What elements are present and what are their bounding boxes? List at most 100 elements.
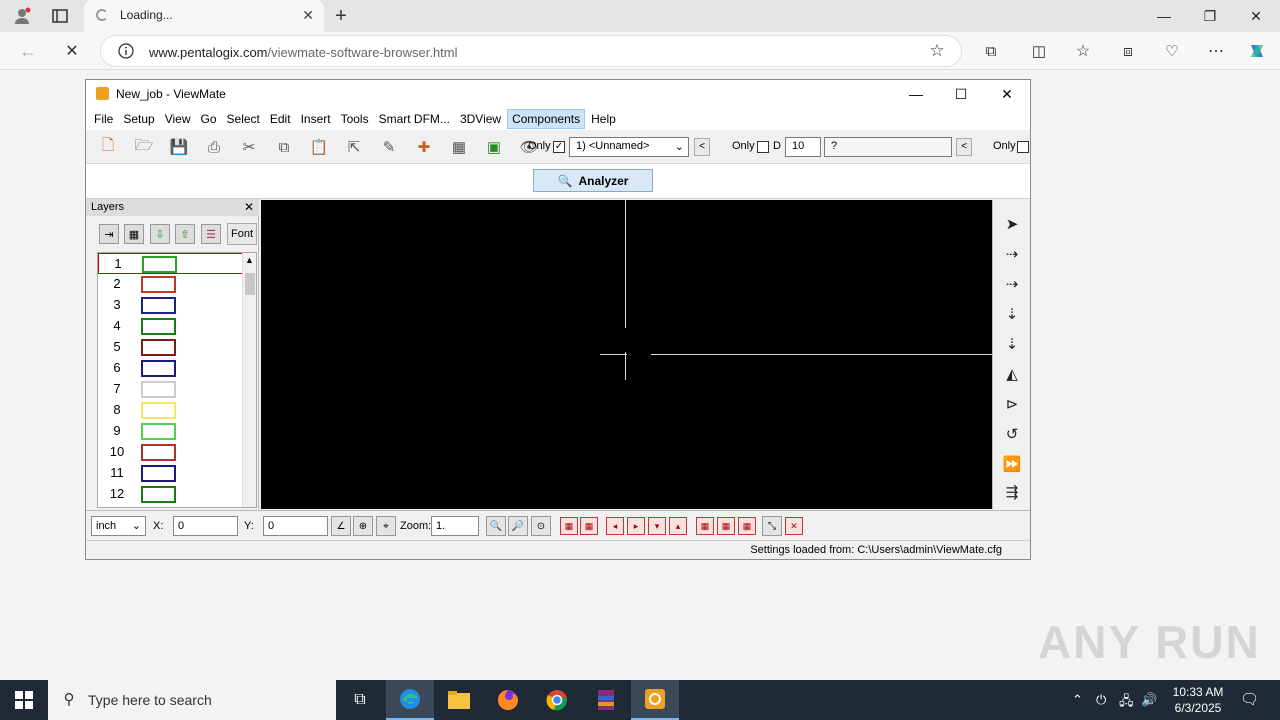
move-down-copy-icon[interactable]: ⇣: [1000, 332, 1024, 356]
profile-icon[interactable]: [10, 6, 34, 26]
layer-row[interactable]: 8: [98, 400, 243, 421]
notifications-icon[interactable]: 🗨: [1240, 690, 1259, 708]
y-coord-field[interactable]: 0: [263, 516, 328, 536]
copy-icon[interactable]: ⧉: [272, 136, 296, 158]
pan-left-icon[interactable]: ◂: [606, 517, 624, 535]
system-clock[interactable]: 10:33 AM 6/3/2025: [1160, 684, 1236, 716]
menu-components[interactable]: Components: [507, 109, 586, 129]
menu-file[interactable]: File: [90, 110, 117, 128]
zoom-fit-icon[interactable]: ⊙: [531, 516, 551, 536]
close-window-icon[interactable]: ✕: [1236, 4, 1276, 28]
browser-tab[interactable]: Loading... ✕: [84, 0, 324, 32]
step-forward-icon[interactable]: ⏩: [1000, 452, 1024, 476]
layer-color-swatch[interactable]: [141, 360, 176, 377]
print-icon[interactable]: ⎙: [202, 136, 226, 158]
snap-icon[interactable]: ⌖: [376, 516, 396, 536]
unit-select[interactable]: inch ⌄: [91, 516, 146, 536]
analyzer-button[interactable]: 🔍 Analyzer: [533, 169, 653, 192]
winrar-icon[interactable]: [582, 680, 630, 720]
grid-toggle-icon[interactable]: ▦: [560, 517, 578, 535]
prev-arrow-button[interactable]: <: [694, 138, 710, 156]
layer-row[interactable]: 6: [98, 358, 243, 379]
layer-row[interactable]: 10: [98, 442, 243, 463]
split-screen-icon[interactable]: ◫: [1028, 41, 1050, 61]
menu-view[interactable]: View: [161, 110, 195, 128]
menu-insert[interactable]: Insert: [297, 110, 335, 128]
edge-taskbar-icon[interactable]: [386, 680, 434, 720]
layer-color-swatch[interactable]: [141, 381, 176, 398]
group-tool-icon[interactable]: ▦: [447, 136, 471, 158]
vm-minimize-icon[interactable]: —: [894, 82, 938, 106]
scroll-thumb[interactable]: [245, 273, 255, 295]
layer-color-swatch[interactable]: [141, 339, 176, 356]
url-field[interactable]: www.pentalogix.com/viewmate-software-bro…: [100, 35, 962, 67]
menu-help[interactable]: Help: [587, 110, 620, 128]
menu-select[interactable]: Select: [223, 110, 264, 128]
pan-up-icon[interactable]: ▴: [669, 517, 687, 535]
start-button[interactable]: [0, 680, 48, 720]
drawing-canvas[interactable]: [261, 200, 992, 509]
layer-row[interactable]: 3: [98, 295, 243, 316]
layer-row[interactable]: 4: [98, 316, 243, 337]
font-button[interactable]: Font: [227, 223, 257, 245]
d-value-field[interactable]: 10: [785, 137, 821, 157]
browser-essentials-icon[interactable]: ♡: [1161, 41, 1183, 61]
menu-setup[interactable]: Setup: [119, 110, 158, 128]
copilot-icon[interactable]: [1246, 40, 1268, 62]
layer-color-swatch[interactable]: [141, 402, 176, 419]
chrome-icon[interactable]: [533, 680, 581, 720]
more-options-icon[interactable]: ⋯: [1205, 41, 1227, 61]
save-icon[interactable]: 💾: [167, 136, 191, 158]
layer-list-icon[interactable]: ☰: [201, 224, 221, 244]
move-right-copy-icon[interactable]: ⇢: [1000, 272, 1024, 296]
show-hidden-icons-icon[interactable]: ⌃: [1072, 692, 1083, 708]
select-tool-icon[interactable]: ⇱: [342, 136, 366, 158]
angle-icon[interactable]: ∠: [331, 516, 351, 536]
rotate-icon[interactable]: ↺: [1000, 422, 1024, 446]
only-checkbox-1[interactable]: ✓: [553, 141, 565, 153]
only-checkbox-2[interactable]: [757, 141, 769, 153]
layer-row[interactable]: 11: [98, 463, 243, 484]
back-icon[interactable]: ←: [16, 40, 40, 62]
layer-row[interactable]: 12: [98, 484, 243, 505]
layer-row[interactable]: 9: [98, 421, 243, 442]
menu-go[interactable]: Go: [197, 110, 221, 128]
taskbar-search[interactable]: ⚲ Type here to search: [48, 680, 336, 720]
layer-color-swatch[interactable]: [141, 318, 176, 335]
layer-up-icon[interactable]: ⇧: [175, 224, 195, 244]
layer-down-icon[interactable]: ⇩: [150, 224, 170, 244]
layer-color-swatch[interactable]: [141, 276, 176, 293]
arrange-icon[interactable]: ⇶: [1000, 480, 1024, 504]
pan-down-icon[interactable]: ▾: [648, 517, 666, 535]
layer-move-icon[interactable]: ⇥: [99, 224, 119, 244]
layer-row[interactable]: 7: [98, 379, 243, 400]
layer-color-swatch[interactable]: [141, 486, 176, 503]
unnamed-combo[interactable]: 1) <Unnamed> ⌄: [569, 137, 689, 157]
only-checkbox-3[interactable]: [1017, 141, 1029, 153]
volume-icon[interactable]: 🔊: [1141, 692, 1157, 708]
menu-3dview[interactable]: 3DView: [456, 110, 505, 128]
collections-icon[interactable]: ⧈: [1117, 41, 1139, 61]
move-down-icon[interactable]: ⇣: [1000, 302, 1024, 326]
paste-icon[interactable]: 📋: [307, 136, 331, 158]
device-icon[interactable]: ⏻: [1096, 692, 1106, 708]
layer-row[interactable]: 5: [98, 337, 243, 358]
grid-display-icon[interactable]: ▦: [696, 517, 714, 535]
grid-display-3-icon[interactable]: ▦: [738, 517, 756, 535]
clear-icon[interactable]: ✕: [785, 517, 803, 535]
restore-icon[interactable]: ❐: [1190, 4, 1230, 28]
pan-right-icon[interactable]: ▸: [627, 517, 645, 535]
task-view-icon[interactable]: ⧉: [336, 680, 384, 720]
scroll-up-icon[interactable]: ▲: [245, 255, 254, 265]
network-icon[interactable]: 🖧: [1119, 692, 1134, 714]
grid-display-2-icon[interactable]: ▦: [717, 517, 735, 535]
favorite-star-icon[interactable]: ☆: [927, 41, 947, 61]
tab-actions-icon[interactable]: [48, 6, 72, 26]
zoom-field[interactable]: 1.: [431, 516, 479, 536]
new-file-icon[interactable]: 🗋: [96, 136, 120, 158]
move-right-icon[interactable]: ⇢: [1000, 242, 1024, 266]
favorites-icon[interactable]: ☆: [1072, 41, 1094, 61]
zoom-window-icon[interactable]: 🔎: [508, 516, 528, 536]
viewmate-taskbar-icon[interactable]: [631, 680, 679, 720]
info-icon[interactable]: [117, 42, 135, 60]
